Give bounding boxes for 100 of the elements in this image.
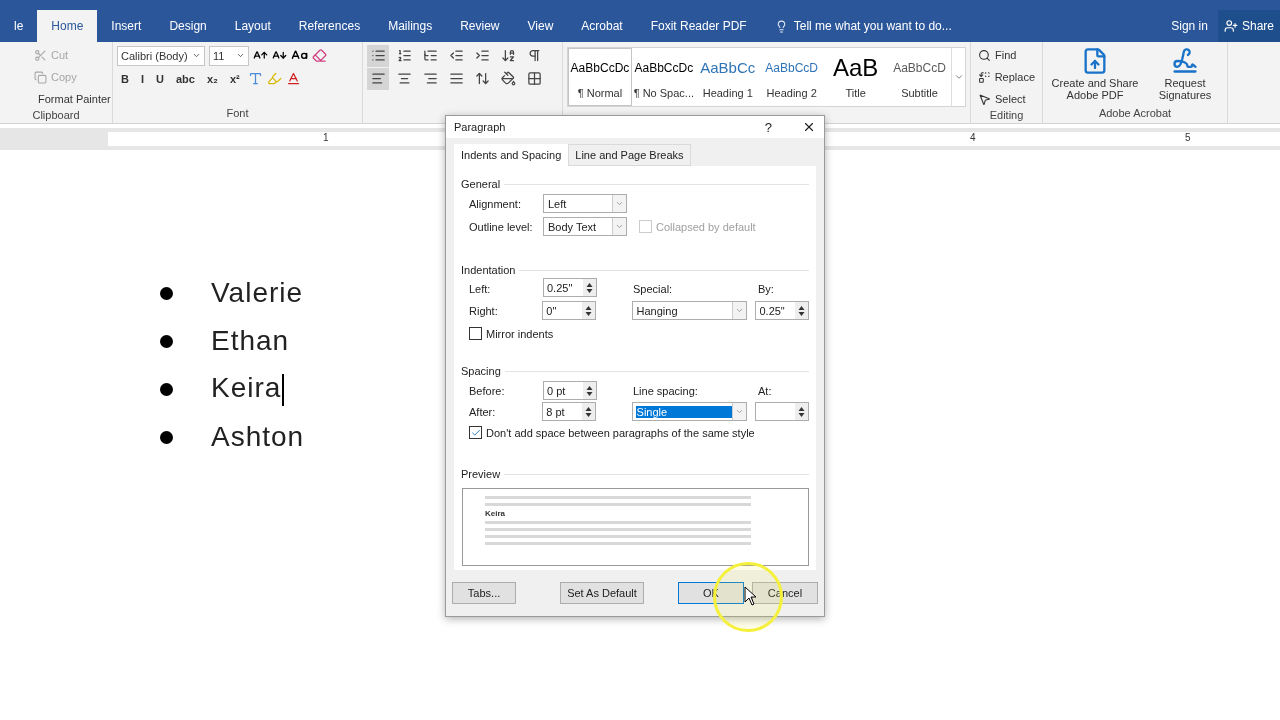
font-color-icon[interactable]: [285, 71, 301, 86]
dialog-tab[interactable]: Line and Page Breaks: [568, 144, 691, 166]
checkbox[interactable]: [469, 327, 482, 340]
format-button[interactable]: x₂: [202, 68, 222, 89]
group-label: Adobe Acrobat: [1097, 107, 1173, 121]
bullet: [160, 334, 173, 348]
spin-arrows-icon[interactable]: [584, 405, 592, 418]
style-name: Heading 2: [766, 87, 817, 99]
field-label: Alignment:: [469, 197, 522, 210]
text-effect-icon[interactable]: [247, 71, 263, 86]
style-item[interactable]: AaBbCc Heading 1: [695, 48, 760, 106]
copy-icon: [34, 70, 47, 84]
ribbon-tab[interactable]: References: [284, 10, 375, 42]
right-indent-field[interactable]: 0": [542, 301, 596, 320]
caret-icon[interactable]: [192, 51, 201, 60]
style-name: Heading 1: [702, 87, 753, 99]
field-label: Before:: [469, 384, 506, 397]
style-item[interactable]: AaB Title: [823, 48, 888, 106]
special-select[interactable]: Hanging: [631, 301, 747, 320]
style-item[interactable]: AaBbCcDc ¶ No Spac...: [631, 48, 696, 106]
editing-button[interactable]: Find: [975, 45, 1038, 65]
ribbon-tab[interactable]: Mailings: [374, 10, 447, 42]
share-button[interactable]: Share: [1217, 10, 1280, 42]
field-label: Outline level:: [469, 220, 534, 233]
spin-arrows-icon[interactable]: [586, 384, 593, 397]
before-field[interactable]: 0 pt: [543, 381, 597, 400]
format-button[interactable]: B: [117, 68, 133, 89]
ruler-number: 4: [970, 132, 976, 143]
alignment-select[interactable]: Left: [543, 194, 627, 213]
spin-arrows-icon[interactable]: [798, 405, 805, 418]
eraser-icon[interactable]: [312, 48, 327, 63]
bullets-icon[interactable]: [367, 44, 389, 67]
outline-level-select[interactable]: Body Text: [543, 217, 627, 236]
bullet: [160, 382, 173, 396]
gallery-scroll-icon[interactable]: [953, 72, 964, 82]
style-item[interactable]: AaBbCcD Heading 2: [759, 48, 824, 106]
dialog-button[interactable]: Set As Default: [560, 582, 644, 604]
section-heading: Indentation: [461, 264, 516, 276]
dialog-tab[interactable]: Indents and Spacing: [454, 144, 569, 166]
field-label: At:: [758, 384, 773, 397]
ribbon-tab[interactable]: Design: [155, 10, 221, 42]
field-label: Left:: [469, 283, 492, 295]
section-heading: Preview: [461, 468, 501, 480]
at-field[interactable]: [755, 402, 809, 421]
signature-icon: [1171, 47, 1199, 75]
bullet: [160, 286, 173, 300]
list-item-text: Valerie: [211, 277, 304, 309]
spin-arrows-icon[interactable]: [798, 304, 805, 317]
ribbon-tab[interactable]: Acrobat: [567, 10, 637, 42]
preview-text: Keira: [485, 509, 506, 518]
user-plus-icon: [1223, 19, 1238, 33]
acrobat-button[interactable]: Request Signatures: [1147, 45, 1223, 107]
style-item[interactable]: AaBbCcD Subtitle: [887, 48, 952, 106]
editing-button[interactable]: Select: [975, 89, 1038, 109]
spin-arrows-icon[interactable]: [584, 304, 592, 317]
style-name: Title: [845, 87, 866, 99]
sign-in-link[interactable]: Sign in: [1161, 10, 1218, 42]
format-button[interactable]: I: [136, 68, 148, 89]
checkbox-label: Collapsed by default: [656, 220, 756, 233]
close-icon[interactable]: [802, 120, 816, 134]
style-sample: AaB: [832, 55, 879, 81]
checkbox-label: Mirror indents: [486, 327, 554, 340]
spin-arrows-icon[interactable]: [586, 281, 593, 294]
ribbon-tab[interactable]: Foxit Reader PDF: [636, 10, 761, 42]
format-button[interactable]: abc: [171, 68, 199, 89]
caret-icon[interactable]: [236, 51, 245, 60]
dialog-button[interactable]: Tabs...: [452, 582, 517, 604]
field-label: Line spacing:: [633, 384, 699, 397]
list-item-text: Keira: [211, 372, 285, 406]
group-label: Font: [225, 107, 250, 121]
style-item[interactable]: AaBbCcDc ¶ Normal: [568, 48, 632, 106]
field-label: Special:: [633, 283, 674, 295]
format-button[interactable]: x²: [225, 68, 244, 89]
group-label: Editing: [988, 109, 1025, 123]
font-name-field[interactable]: Calibri (Body): [117, 45, 205, 66]
ribbon-tab[interactable]: Insert: [97, 10, 156, 42]
editing-button[interactable]: Replace: [975, 67, 1038, 87]
ribbon-tab[interactable]: Home: [37, 10, 98, 42]
ribbon-tab[interactable]: View: [513, 10, 568, 42]
style-sample: AaBbCcDc: [570, 60, 630, 77]
ribbon-tab[interactable]: Layout: [220, 10, 285, 42]
after-field[interactable]: 8 pt: [542, 402, 596, 421]
by-field[interactable]: 0.25": [755, 301, 809, 320]
style-name: Subtitle: [901, 87, 938, 99]
ribbon-tab[interactable]: le: [0, 10, 38, 42]
left-indent-field[interactable]: 0.25": [543, 278, 597, 297]
checkbox[interactable]: [469, 426, 482, 439]
ruler-number: 5: [1185, 132, 1191, 143]
format-button[interactable]: U: [152, 68, 168, 89]
help-button[interactable]: ?: [764, 119, 772, 135]
bullet: [160, 430, 173, 444]
acrobat-button[interactable]: Create and Share Adobe PDF: [1047, 45, 1143, 107]
dialog-title: Paragraph: [454, 121, 507, 133]
font-size-field[interactable]: 11: [209, 45, 249, 66]
tell-me-field[interactable]: Tell me what you want to do...: [793, 19, 952, 33]
section-heading: Spacing: [461, 365, 501, 377]
align-left-icon[interactable]: [367, 67, 389, 90]
line-spacing-select[interactable]: Single: [631, 402, 747, 421]
ribbon-tab[interactable]: Review: [446, 10, 514, 42]
check-icon: [470, 427, 481, 438]
